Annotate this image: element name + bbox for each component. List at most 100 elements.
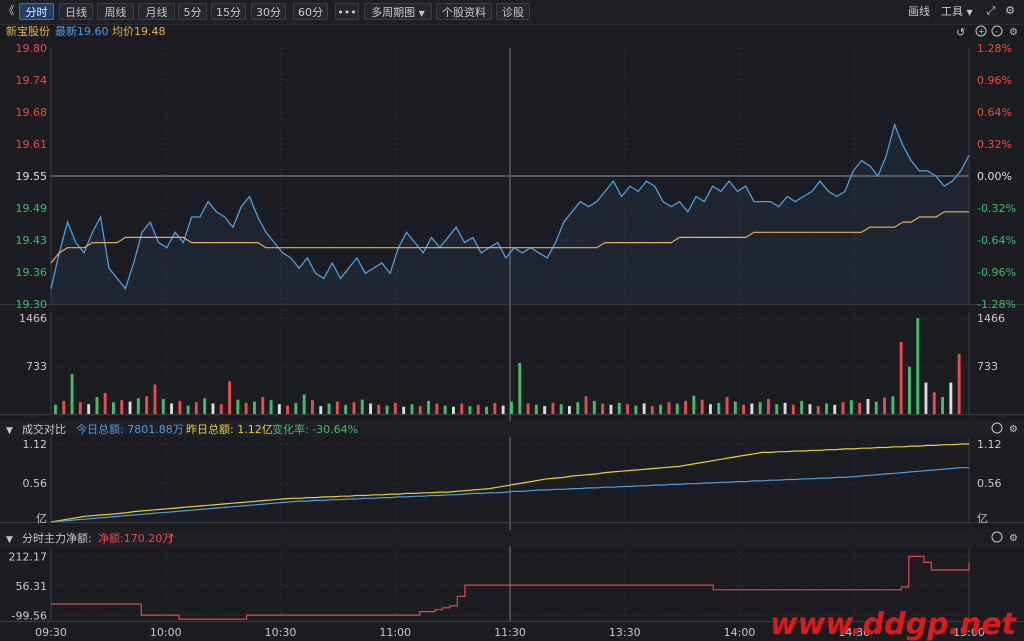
settings-icon[interactable]: ⚙ xyxy=(1009,533,1018,544)
volume-bar xyxy=(526,403,530,414)
volume-bar xyxy=(294,402,298,414)
collapse-turnover-icon[interactable]: ▼ xyxy=(6,426,13,436)
pct-tick-label: 0.32% xyxy=(977,138,1012,151)
latest-price-label: 最新19.60 xyxy=(55,24,109,38)
volume-axis: 1466 1466 733 733 xyxy=(19,312,1005,373)
volume-bar xyxy=(427,400,430,414)
today-total-label: 今日总额: 7801.88万 xyxy=(76,422,184,436)
tools-dropdown[interactable]: 工具 ▼ xyxy=(941,3,973,20)
volume-bar xyxy=(957,353,961,414)
volume-bar xyxy=(559,404,563,414)
reset-icon[interactable]: ↺ xyxy=(956,26,965,39)
intraday-chart: 新宝股份 最新19.60 均价19.48 ↺ + - ⚙ 19.80 1.28% 1… xyxy=(0,24,1024,641)
volume-bar xyxy=(791,404,795,414)
volume-bar xyxy=(95,397,99,414)
pct-tick-label: -1.28% xyxy=(977,298,1016,311)
volume-bar xyxy=(319,406,323,414)
pct-tick-label: -0.96% xyxy=(977,266,1016,279)
volume-bar xyxy=(576,402,580,414)
watermark: www.ddgp.net xyxy=(770,607,1018,641)
tab-15min[interactable]: 15分 xyxy=(211,3,246,20)
volume-bar xyxy=(103,393,107,414)
volume-bar xyxy=(418,406,422,414)
volume-bar xyxy=(186,405,190,414)
volume-bar xyxy=(501,405,505,414)
collapse-left-icon[interactable]: 《 xyxy=(2,4,16,18)
time-tick-label: 11:30 xyxy=(494,626,526,639)
flow-axis: 212.17 56.31 -99.56 xyxy=(9,550,48,622)
tab-weekly[interactable]: 周线 xyxy=(97,3,134,20)
volume-bar xyxy=(932,392,936,414)
volume-bar xyxy=(219,404,223,414)
tools-label: 工具 xyxy=(941,5,963,18)
zoom-in-plus: + xyxy=(978,27,985,36)
yesterday-total-label: 昨日总额: 1.12亿 xyxy=(186,422,273,436)
tab-30min[interactable]: 30分 xyxy=(251,3,286,20)
volume-tick-label-right: 733 xyxy=(977,360,998,373)
turnover-tick-label-right: 1.12 xyxy=(977,438,1002,451)
volume-tick-label: 1466 xyxy=(19,312,47,325)
volume-bar xyxy=(410,404,414,414)
volume-bar xyxy=(153,384,157,414)
more-button[interactable]: ••• xyxy=(335,3,359,20)
draw-line-button[interactable]: 画线 xyxy=(908,3,930,20)
flow-tick-label: 212.17 xyxy=(9,550,48,563)
volume-bar xyxy=(833,404,837,414)
volume-bar xyxy=(236,399,240,414)
volume-bar xyxy=(178,400,182,414)
settings-icon[interactable]: ⚙ xyxy=(1003,4,1017,18)
volume-bar xyxy=(452,406,455,414)
tab-daily[interactable]: 日线 xyxy=(59,3,93,20)
volume-bar xyxy=(203,398,207,414)
volume-bar xyxy=(377,404,381,414)
volume-bar xyxy=(949,382,953,414)
time-tick-label: 09:30 xyxy=(35,626,67,639)
volume-bar xyxy=(750,403,754,414)
volume-bar xyxy=(874,401,878,414)
volume-bar xyxy=(261,397,265,414)
change-rate-label: 变化率: -30.64% xyxy=(272,422,358,436)
turnover-tick-label: 1.12 xyxy=(23,438,48,451)
pct-tick-label: -0.32% xyxy=(977,202,1016,215)
volume-bar xyxy=(568,406,571,414)
volume-bar xyxy=(650,406,654,414)
tab-5min[interactable]: 5分 xyxy=(178,3,207,20)
turnover-title: 成交对比 xyxy=(22,422,66,436)
volume-bar xyxy=(841,402,845,414)
expand-icon[interactable]: ⤢ xyxy=(984,4,998,18)
volume-bar xyxy=(617,402,621,414)
volume-bar xyxy=(435,403,439,414)
multi-period-dropdown[interactable]: 多周期图 ▼ xyxy=(364,3,432,20)
volume-bar xyxy=(725,397,729,414)
volume-bar xyxy=(228,381,231,414)
volume-bar xyxy=(684,400,687,414)
volume-bar xyxy=(899,342,903,414)
volume-bar xyxy=(742,404,745,414)
volume-bar xyxy=(335,401,339,414)
volume-bar xyxy=(825,403,828,414)
flow-tick-label: -99.56 xyxy=(12,609,47,622)
tab-monthly[interactable]: 月线 xyxy=(138,3,175,20)
avg-price-label: 均价19.48 xyxy=(112,25,166,38)
volume-bar xyxy=(584,396,588,414)
volume-bar xyxy=(692,395,696,414)
stock-info-button[interactable]: 个股资料 xyxy=(436,3,492,20)
pct-tick-label: 0.00% xyxy=(977,170,1012,183)
diagnose-button[interactable]: 诊股 xyxy=(496,3,530,20)
volume-bar xyxy=(161,398,165,414)
settings-icon[interactable]: ⚙ xyxy=(1009,27,1018,38)
tab-intraday[interactable]: 分时 xyxy=(19,3,54,20)
turnover-tick-label: 亿 xyxy=(36,512,47,525)
volume-bar xyxy=(211,403,215,414)
volume-bar xyxy=(286,405,289,414)
price-tick-label: 19.30 xyxy=(16,298,48,311)
collapse-flow-icon[interactable]: ▼ xyxy=(6,535,13,545)
volume-bar xyxy=(551,402,555,414)
tab-60min[interactable]: 60分 xyxy=(293,3,328,20)
volume-bar xyxy=(858,402,862,414)
volume-bar xyxy=(253,401,256,414)
volume-bar xyxy=(510,401,513,414)
volume-bar xyxy=(941,397,944,414)
settings-icon[interactable]: ⚙ xyxy=(1009,424,1018,435)
price-panel-controls: ↺ + - ⚙ xyxy=(956,25,1018,39)
